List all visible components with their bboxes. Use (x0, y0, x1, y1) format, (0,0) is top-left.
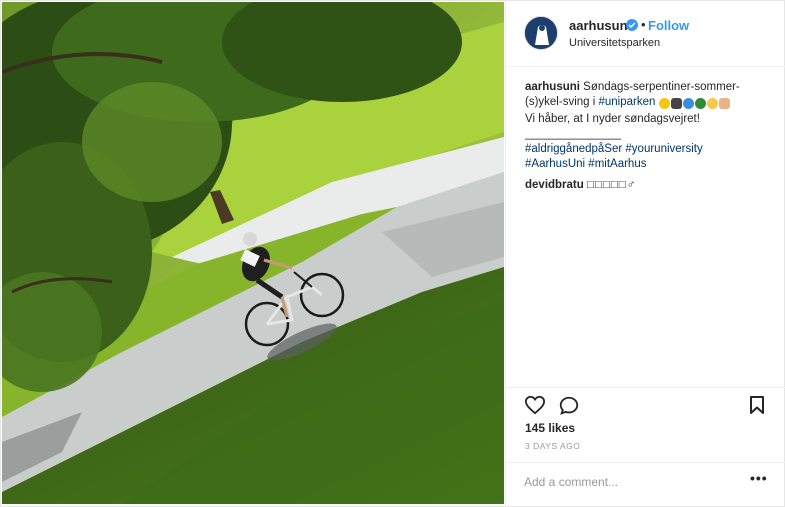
likes-count[interactable]: 145 likes (525, 421, 575, 435)
verified-badge-icon (626, 19, 638, 31)
post-photo-graphic (2, 2, 504, 504)
header-separator-dot: • (641, 17, 646, 32)
comment-username[interactable]: devidbratu (525, 179, 584, 191)
caption-separator: _______________ (525, 128, 621, 140)
more-options-icon[interactable]: ••• (750, 470, 768, 486)
speech-bubble-icon[interactable] (558, 395, 580, 422)
location-link[interactable]: Universitetsparken (569, 37, 660, 49)
victory-hand-emoji-icon (718, 98, 730, 110)
heart-icon[interactable] (524, 395, 546, 420)
follow-button[interactable]: Follow (648, 18, 689, 33)
post-timestamp[interactable]: 3 DAYS AGO (525, 441, 580, 451)
sun-emoji-icon (658, 98, 670, 110)
caption-emojis (658, 97, 731, 112)
add-comment-bar: ••• (506, 462, 785, 502)
globe-emoji-icon (682, 98, 694, 110)
comment-item: devidbratu □□□□□♂ (525, 178, 770, 193)
comment-text: □□□□□♂ (587, 179, 637, 191)
caption: aarhusuni Søndags-serpentiner-sommer-(s)… (525, 80, 770, 172)
avatar[interactable] (524, 16, 558, 50)
caption-username[interactable]: aarhusuni (525, 81, 580, 93)
comments-area: aarhusuni Søndags-serpentiner-sommer-(s)… (525, 80, 770, 193)
hashtag-mitaarhus[interactable]: #mitAarhus (588, 158, 646, 170)
header-username[interactable]: aarhusuni (569, 18, 631, 33)
action-bar (506, 387, 785, 421)
caption-line-2: Vi håber, at I nyder søndagsvejret! (525, 113, 700, 125)
post-container: aarhusuni • Follow Universitetsparken aa… (0, 0, 785, 507)
caption-hashtags-line-4: #AarhusUni #mitAarhus (525, 157, 770, 172)
hashtag-youruniversity[interactable]: #youruniversity (625, 143, 702, 155)
avatar-logo-icon (525, 17, 557, 49)
hashtag-aarhusuni[interactable]: #AarhusUni (525, 158, 585, 170)
comment-input[interactable] (524, 472, 734, 492)
post-side-panel: aarhusuni • Follow Universitetsparken aa… (505, 1, 785, 507)
tree-emoji-icon (694, 98, 706, 110)
post-header: aarhusuni • Follow Universitetsparken (506, 1, 785, 67)
bicycle-emoji-icon (670, 98, 682, 110)
hashtag-aldriggaanedpaaser[interactable]: #aldriggånedpåSer (525, 143, 622, 155)
bookmark-icon[interactable] (748, 395, 766, 420)
post-photo[interactable] (2, 2, 504, 504)
smile-emoji-icon (706, 98, 718, 110)
hashtag-uniparken[interactable]: #uniparken (598, 96, 655, 108)
caption-hashtags-line-3: #aldriggånedpåSer #youruniversity (525, 142, 770, 157)
